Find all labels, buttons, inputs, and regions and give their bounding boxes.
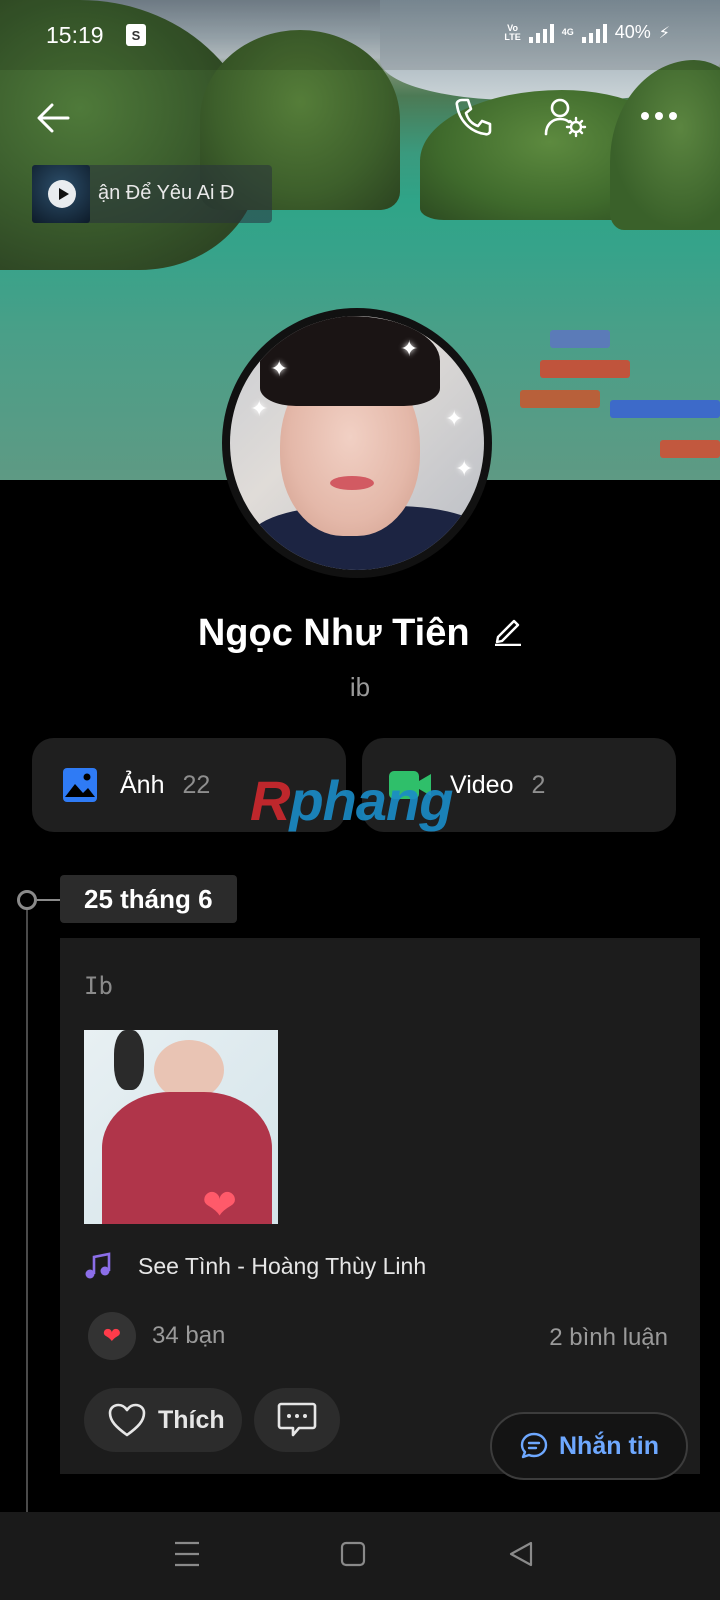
status-time: 15:19 [46,22,104,48]
back-button[interactable] [36,100,72,141]
back-arrow-icon [37,103,70,133]
comments-count[interactable]: 2 bình luận [549,1324,668,1352]
sparkle-icon: ✦ [250,396,269,421]
comment-icon [277,1402,317,1437]
avatar-image: ✦ ✦ ✦ ✦ ✦ [230,316,484,570]
system-navigation-bar [0,1512,720,1600]
battery-text: 40% [614,22,651,42]
pencil-icon [495,620,522,647]
photos-count: 22 [182,770,211,799]
watermark-r: R [250,769,290,832]
post-photo[interactable]: ❤ [84,1030,278,1224]
post-song[interactable]: See Tình - Hoàng Thùy Linh [84,1252,426,1280]
phone-icon [455,98,492,136]
music-title: ận Để Yêu Ai Đ [98,182,235,204]
home-square-icon [340,1541,366,1567]
recent-apps-button[interactable] [174,1540,200,1573]
video-count: 2 [531,770,546,799]
signal-icon [528,23,554,43]
post-text: Ib [84,972,113,1000]
menu-lines-icon [175,1541,199,1567]
heart-reaction-icon: ❤ [88,1312,136,1360]
timeline-line [26,898,28,1518]
cover-boats [520,310,720,470]
sparkle-icon: ✦ [455,456,474,481]
play-icon[interactable] [48,180,76,208]
call-button[interactable] [452,96,494,143]
shopee-icon: S [126,24,146,46]
profile-music-chip[interactable]: ận Để Yêu Ai Đ [32,165,272,223]
charging-icon: ⚡ [658,24,670,42]
network-4g-icon: 4G [561,27,574,37]
message-label: Nhắn tin [559,1431,659,1460]
photos-label: Ảnh [120,770,165,799]
photo-icon [63,768,97,802]
more-options-button[interactable] [640,106,678,131]
profile-bio: ib [349,672,371,702]
music-note-icon [85,1252,111,1279]
more-dots-icon [641,112,677,120]
comment-button[interactable] [254,1388,340,1452]
sparkle-icon: ✦ [270,356,289,381]
system-back-button[interactable] [508,1540,534,1573]
status-bar: 15:19 S Vo LTE 4G 40% ⚡ [0,0,720,70]
sparkle-icon: ✦ [445,406,464,431]
timeline-date: 25 tháng 6 [60,875,237,923]
photo-hair [114,1030,144,1090]
avatar-lips [330,476,374,490]
edit-name-button[interactable] [494,613,522,656]
like-label: Thích [158,1405,225,1434]
watermark-rest: phang [289,769,453,832]
photo-neck [154,1040,224,1100]
profile-name: Ngọc Như Tiên [0,612,720,656]
photo-dress [102,1092,272,1224]
message-button[interactable]: Nhắn tin [490,1412,688,1480]
heart-sticker-icon: ❤ [202,1181,238,1224]
profile-settings-button[interactable] [544,96,588,143]
volte-icon: Vo LTE [504,22,521,42]
like-button[interactable]: Thích [84,1388,242,1452]
post-card[interactable]: Ib ❤ See Tình - Hoàng Thùy Linh ❤ 34 bạn… [60,938,700,1474]
home-button[interactable] [340,1540,366,1573]
user-gear-icon [544,98,587,138]
likes-summary[interactable]: ❤ 34 bạn [88,1312,225,1360]
timeline-dot [17,890,37,910]
chat-bubble-icon [520,1432,548,1459]
profile-name-text: Ngọc Như Tiên [197,612,470,654]
heart-outline-icon [108,1403,146,1437]
likes-count: 34 bạn [152,1322,226,1349]
video-label: Video [450,770,514,799]
back-triangle-icon [509,1541,533,1567]
timeline-connector [37,899,61,901]
signal2-icon [581,23,607,43]
status-right: Vo LTE 4G 40% ⚡ [504,22,670,43]
music-thumbnail [32,165,90,223]
sparkle-icon: ✦ [400,336,419,361]
watermark-logo: Rphang [250,768,453,833]
song-title: See Tình - Hoàng Thùy Linh [138,1252,427,1279]
avatar[interactable]: ✦ ✦ ✦ ✦ ✦ [222,308,492,578]
